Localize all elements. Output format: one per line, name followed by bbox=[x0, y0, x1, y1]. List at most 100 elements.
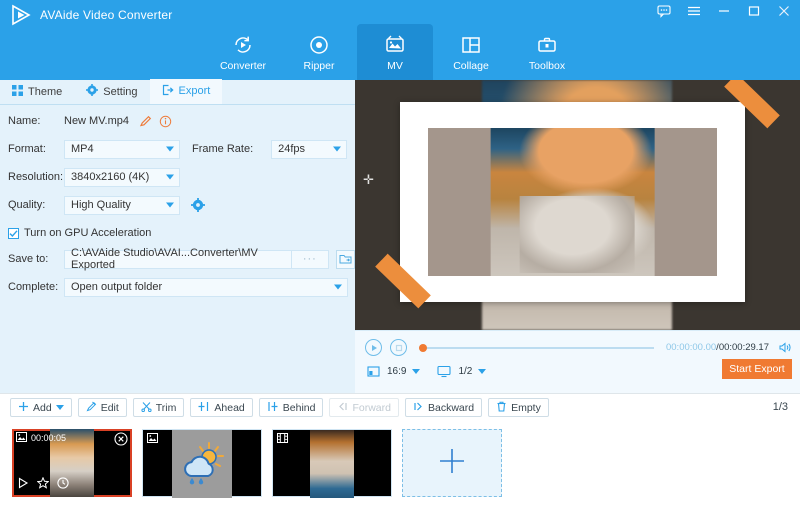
info-icon[interactable] bbox=[157, 113, 173, 129]
gpu-checkbox[interactable] bbox=[8, 227, 19, 239]
remove-clip-icon[interactable] bbox=[114, 432, 128, 451]
player-controls: 00:00:00.00/00:00:29.17 16:9 1/2 Start E… bbox=[355, 330, 800, 393]
browse-button[interactable]: ··· bbox=[291, 249, 329, 269]
nav-tab-converter[interactable]: Converter bbox=[205, 24, 281, 80]
edit-button[interactable]: Edit bbox=[77, 398, 127, 417]
nav-tab-label: Converter bbox=[219, 59, 267, 72]
split-value: 1/2 bbox=[458, 365, 473, 377]
close-icon[interactable] bbox=[776, 3, 792, 19]
play-clip-icon[interactable] bbox=[17, 476, 29, 494]
player-start-export-button[interactable]: Start Export bbox=[722, 359, 792, 379]
empty-button[interactable]: Empty bbox=[488, 398, 549, 417]
format-value: MP4 bbox=[71, 143, 94, 155]
resolution-select[interactable]: 3840x2160 (4K) bbox=[64, 167, 180, 187]
clip-thumbnail-image bbox=[172, 430, 232, 498]
preview-photo bbox=[428, 128, 717, 276]
nav-tab-label: Ripper bbox=[303, 59, 335, 72]
app-logo-icon bbox=[10, 4, 32, 26]
insert-behind-button[interactable]: Behind bbox=[258, 398, 324, 417]
chevron-down-icon bbox=[166, 146, 174, 152]
framerate-label: Frame Rate: bbox=[192, 143, 254, 155]
plus-icon bbox=[18, 401, 29, 415]
nav-tab-label: Collage bbox=[453, 59, 489, 72]
minimize-icon[interactable] bbox=[716, 3, 732, 19]
export-form: Name: New MV.mp4 Format: MP4 Frame Rate:… bbox=[0, 105, 355, 299]
button-label: Behind bbox=[282, 401, 316, 414]
gear-icon bbox=[86, 84, 99, 99]
image-icon bbox=[147, 433, 158, 445]
move-backward-button[interactable]: Backward bbox=[404, 398, 483, 417]
resolution-label: Resolution: bbox=[8, 171, 64, 183]
resolution-value: 3840x2160 (4K) bbox=[71, 171, 150, 183]
window-controls bbox=[656, 3, 792, 19]
nav-tab-label: MV bbox=[387, 59, 403, 72]
split-chevron-down-icon[interactable] bbox=[478, 368, 487, 374]
framerate-select[interactable]: 24fps bbox=[271, 139, 348, 159]
main-nav-tabs: Converter Ripper MV Collage Toolbox bbox=[205, 24, 585, 80]
gpu-acceleration-row[interactable]: Turn on GPU Acceleration bbox=[0, 223, 355, 243]
trim-button[interactable]: Trim bbox=[132, 398, 185, 417]
clip-thumbnail-3[interactable] bbox=[272, 429, 392, 498]
screen-icon[interactable] bbox=[436, 363, 452, 379]
menu-icon[interactable] bbox=[686, 3, 702, 19]
add-button[interactable]: Add bbox=[10, 398, 72, 417]
volume-icon[interactable] bbox=[777, 340, 793, 356]
add-clip-tile[interactable] bbox=[402, 429, 502, 497]
tab-export[interactable]: Export bbox=[149, 79, 223, 104]
duration-clock-icon[interactable] bbox=[57, 476, 69, 494]
format-label: Format: bbox=[8, 143, 46, 155]
play-button[interactable] bbox=[365, 339, 382, 356]
preview-photo-frame bbox=[400, 102, 745, 302]
add-chevron-down-icon[interactable] bbox=[55, 405, 64, 410]
tab-theme[interactable]: Theme bbox=[0, 79, 74, 104]
quality-settings-gear-icon[interactable] bbox=[190, 197, 206, 213]
open-folder-button[interactable] bbox=[335, 249, 355, 269]
field-row-saveto: Save to: C:\AVAide Studio\AVAI...Convert… bbox=[0, 247, 355, 271]
export-action-area: Start Export bbox=[0, 280, 355, 449]
name-value: New MV.mp4 bbox=[64, 115, 130, 127]
video-preview[interactable]: ✛ ✛ ✛ ✛ bbox=[355, 80, 800, 330]
progress-slider[interactable] bbox=[419, 343, 654, 352]
nav-tab-mv[interactable]: MV bbox=[357, 24, 433, 80]
feedback-icon[interactable] bbox=[656, 3, 672, 19]
clip-badge bbox=[277, 433, 292, 445]
clip-thumbnail-1[interactable]: 00:00:05 bbox=[12, 429, 132, 497]
edit-name-icon[interactable] bbox=[137, 113, 153, 129]
nav-tab-collage[interactable]: Collage bbox=[433, 24, 509, 80]
maximize-icon[interactable] bbox=[746, 3, 762, 19]
aspect-ratio-chevron-down-icon[interactable] bbox=[412, 368, 421, 374]
image-icon bbox=[16, 432, 27, 444]
tab-label: Setting bbox=[103, 85, 138, 98]
collage-icon bbox=[460, 33, 482, 57]
nav-tab-ripper[interactable]: Ripper bbox=[281, 24, 357, 80]
tab-label: Theme bbox=[28, 85, 63, 98]
panel-tab-bar: Theme Setting Export bbox=[0, 79, 355, 105]
button-label: Forward bbox=[352, 401, 391, 414]
format-select[interactable]: MP4 bbox=[64, 139, 180, 159]
field-row-name: Name: New MV.mp4 bbox=[0, 109, 355, 133]
clip-badge: 00:00:05 bbox=[16, 432, 66, 444]
time-display: 00:00:00.00/00:00:29.17 bbox=[666, 342, 769, 353]
saveto-label: Save to: bbox=[8, 253, 49, 265]
insert-ahead-button[interactable]: Ahead bbox=[190, 398, 253, 417]
aspect-ratio-icon[interactable] bbox=[365, 363, 381, 379]
aspect-ratio-value: 16:9 bbox=[387, 365, 407, 377]
tab-setting[interactable]: Setting bbox=[74, 79, 149, 104]
effect-star-icon[interactable] bbox=[36, 476, 50, 494]
preview-frame-inner bbox=[413, 114, 732, 290]
clip-thumbnail-2[interactable] bbox=[142, 429, 262, 498]
clip-toolbar: Add Edit Trim Ahead Behind Forward Backw… bbox=[0, 393, 800, 421]
clip-badge bbox=[147, 433, 162, 445]
grid-icon bbox=[12, 84, 23, 99]
quality-select[interactable]: High Quality bbox=[64, 195, 180, 215]
stop-button[interactable] bbox=[390, 339, 407, 356]
button-label: Ahead bbox=[214, 401, 245, 414]
clip-tools bbox=[17, 476, 69, 494]
progress-knob[interactable] bbox=[419, 343, 427, 352]
nav-tab-toolbox[interactable]: Toolbox bbox=[509, 24, 585, 80]
saveto-value: C:\AVAide Studio\AVAI...Converter\MV Exp… bbox=[71, 247, 258, 271]
preview-photo-content bbox=[490, 128, 655, 276]
button-label: Empty bbox=[511, 401, 541, 414]
saveto-input[interactable]: C:\AVAide Studio\AVAI...Converter\MV Exp… bbox=[64, 247, 292, 271]
app-title: AVAide Video Converter bbox=[40, 8, 173, 22]
